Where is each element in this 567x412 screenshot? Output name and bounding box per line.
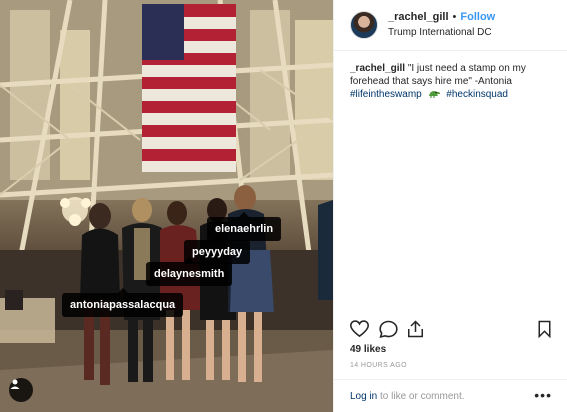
save-bookmark-icon[interactable]	[537, 320, 552, 338]
header-username[interactable]: _rachel_gill	[388, 10, 449, 25]
comment-footer: Log in to like or comment. •••	[334, 379, 567, 412]
post-side-panel: _rachel_gill • Follow Trump Internationa…	[333, 0, 567, 412]
avatar[interactable]	[350, 11, 378, 39]
comment-icon[interactable]	[379, 320, 398, 338]
post-caption: _rachel_gill "I just need a stamp on my …	[334, 51, 567, 101]
post-header: _rachel_gill • Follow Trump Internationa…	[334, 0, 567, 51]
hashtag-heckinsquad[interactable]: #heckinsquad	[446, 89, 508, 100]
hashtag-lifeintheswamp[interactable]: #lifeintheswamp	[350, 89, 422, 100]
location-link[interactable]: Trump International DC	[388, 25, 495, 40]
likes-count[interactable]: 49 likes	[350, 344, 386, 355]
follow-button[interactable]: Follow	[460, 10, 495, 25]
more-options-button[interactable]: •••	[534, 387, 552, 403]
tagged-users-icon[interactable]	[9, 378, 33, 402]
action-bar	[350, 320, 556, 340]
caption-username[interactable]: _rachel_gill	[350, 63, 405, 74]
user-tag-antoniapassalacqua[interactable]: antoniapassalacqua	[62, 288, 184, 317]
crocodile-emoji-icon	[428, 91, 440, 98]
photo-scene	[0, 0, 333, 412]
login-prompt: Log in to like or comment.	[350, 391, 465, 402]
login-prompt-text: to like or comment.	[377, 391, 465, 402]
user-tag-delaynesmith[interactable]: delaynesmith	[146, 257, 233, 286]
post-photo[interactable]: elenaehrlin peyyyday delaynesmith antoni…	[0, 0, 333, 412]
separator-dot: •	[452, 11, 457, 23]
like-heart-icon[interactable]	[350, 320, 369, 338]
post-timestamp: 14 HOURS AGO	[350, 362, 407, 369]
login-link[interactable]: Log in	[350, 391, 377, 402]
share-icon[interactable]	[407, 320, 424, 338]
